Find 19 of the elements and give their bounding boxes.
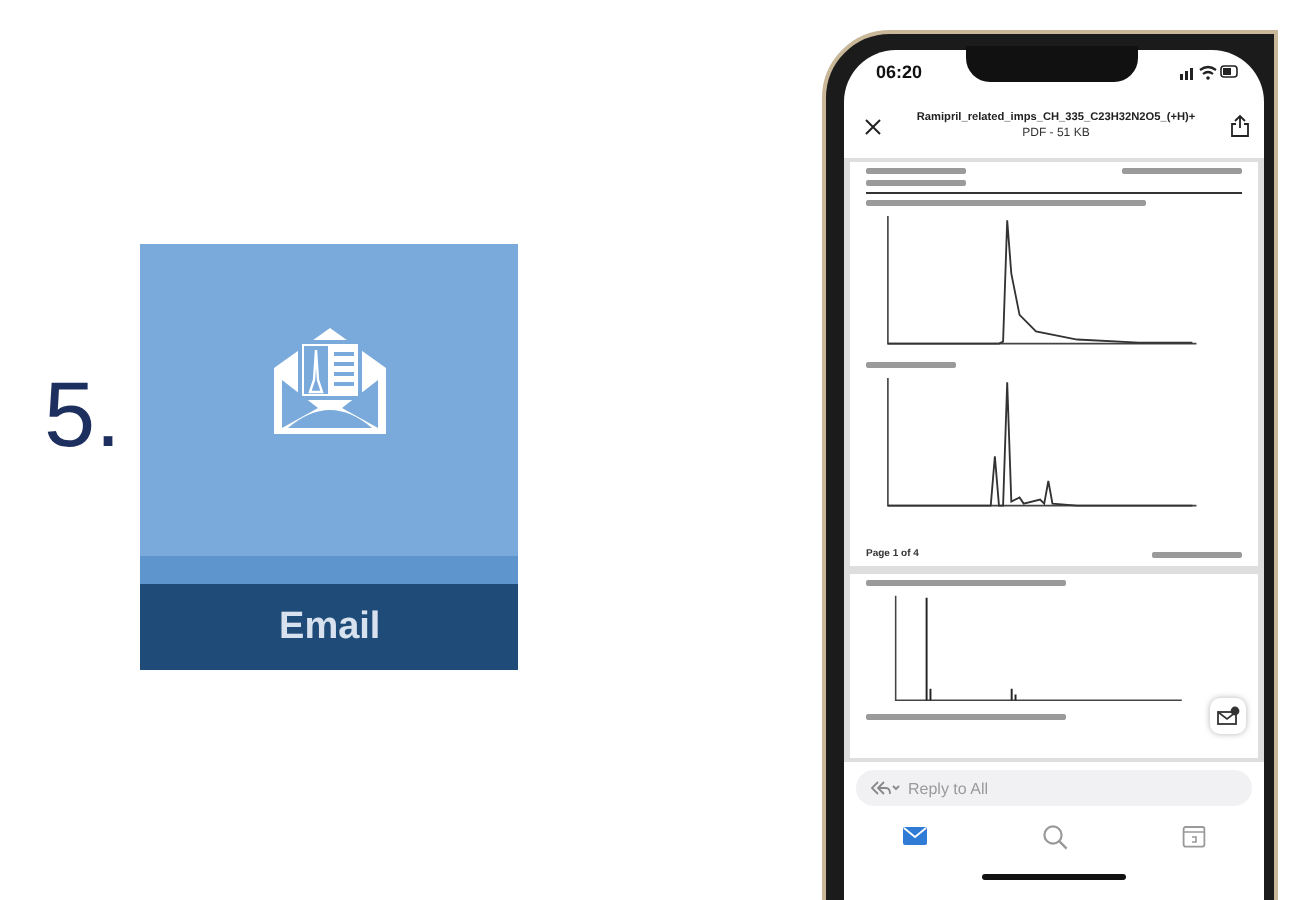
illegible-text [866,168,966,174]
envelope-plus-icon [1216,706,1240,726]
illegible-text [1122,168,1242,174]
email-tile[interactable]: Email [140,244,519,670]
calendar-tab-icon[interactable] [1182,824,1207,848]
status-icons [1180,64,1240,80]
illegible-text [866,362,956,368]
mail-tab-icon[interactable] [901,826,928,846]
reply-field[interactable]: Reply to All [856,770,1252,806]
envelope-document-icon [269,324,390,436]
illegible-text [1152,551,1242,557]
share-icon[interactable] [1229,114,1250,138]
home-indicator [982,874,1126,880]
illegible-text [866,180,966,186]
compose-button[interactable] [1210,698,1246,734]
status-time: 06:20 [876,62,923,82]
close-icon[interactable] [864,117,882,135]
step-number: 5. [44,368,121,460]
search-tab-icon[interactable] [1041,823,1068,849]
